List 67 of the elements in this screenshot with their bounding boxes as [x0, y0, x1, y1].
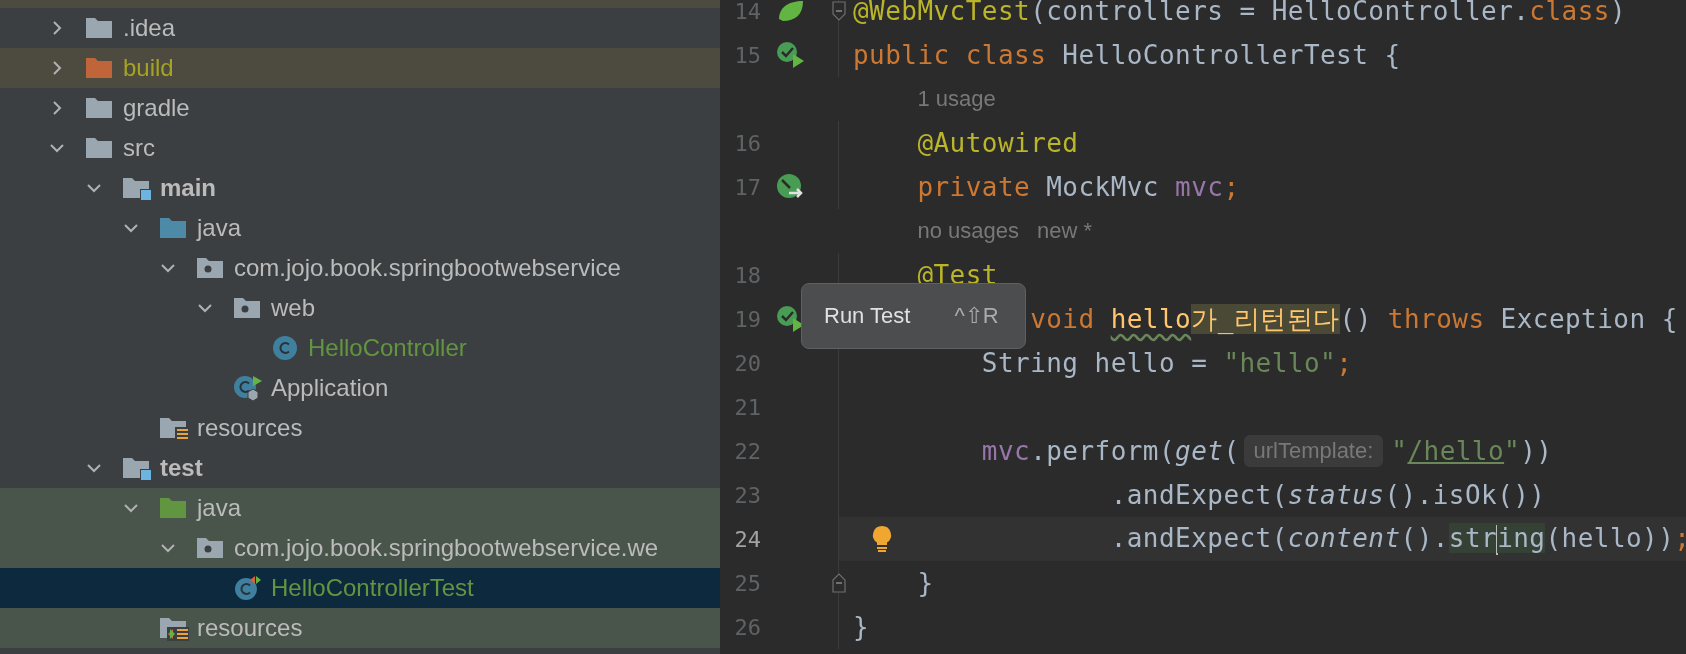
- package-folder-icon: [196, 535, 226, 561]
- folder-icon: [159, 215, 189, 241]
- test-class-icon: [233, 575, 263, 601]
- folder-icon: [159, 495, 189, 521]
- line-number: 16: [733, 130, 761, 156]
- line-number: 23: [733, 482, 761, 508]
- tree-item[interactable]: Application: [0, 368, 720, 408]
- line-number: 15: [733, 42, 761, 68]
- tree-item[interactable]: HelloController: [0, 328, 720, 368]
- folder-icon: [85, 15, 115, 41]
- fold-start-icon[interactable]: [832, 1, 846, 21]
- line-number: 14: [733, 0, 761, 24]
- tree-item[interactable]: test: [0, 448, 720, 488]
- code-text: }: [916, 568, 934, 598]
- tree-item[interactable]: resources: [0, 408, 720, 448]
- tree-item[interactable]: main: [0, 168, 720, 208]
- tree-item[interactable]: java: [0, 208, 720, 248]
- parameter-hint: urlTemplate:: [1243, 435, 1384, 467]
- package-folder-icon: [233, 295, 263, 321]
- leaf-icon[interactable]: [777, 0, 805, 23]
- code-text: .andExpect(status().isOk()): [1109, 480, 1546, 510]
- line-number: 20: [733, 350, 761, 376]
- fold-end-icon[interactable]: [832, 573, 846, 593]
- line-number: 26: [733, 614, 761, 640]
- shortcut-label: ^⇧R: [954, 303, 999, 329]
- test-resources-folder-icon: [159, 615, 189, 641]
- usage-hint[interactable]: new *: [1036, 218, 1092, 244]
- run-test-icon[interactable]: [776, 41, 806, 69]
- line-number: 22: [733, 438, 761, 464]
- tree-item[interactable]: java: [0, 488, 720, 528]
- tree-item[interactable]: build: [0, 48, 720, 88]
- lightbulb-icon[interactable]: [871, 525, 893, 553]
- tree-item[interactable]: HelloControllerTest: [0, 568, 720, 608]
- module-folder-icon: [122, 455, 152, 481]
- tree-item[interactable]: com.jojo.book.springbootwebservice.we: [0, 528, 720, 568]
- line-number: 25: [733, 570, 761, 596]
- code-text: public class HelloControllerTest {: [853, 40, 1401, 70]
- folder-icon: [85, 55, 115, 81]
- usage-hint[interactable]: no usages: [917, 218, 1019, 244]
- tree-item[interactable]: com.jojo.book.springbootwebservice: [0, 248, 720, 288]
- tree-item[interactable]: gradle: [0, 88, 720, 128]
- code-text: @Autowired: [916, 128, 1079, 158]
- line-number: 21: [733, 394, 761, 420]
- code-text: mvc.perform(get(: [980, 436, 1240, 466]
- package-folder-icon: [196, 255, 226, 281]
- code-text: .andExpect(content().string(hello));: [1109, 523, 1686, 555]
- tree-item[interactable]: .idea: [0, 8, 720, 48]
- usage-hint[interactable]: 1 usage: [917, 86, 996, 112]
- line-number: 17: [733, 174, 761, 200]
- tree-item[interactable]: web: [0, 288, 720, 328]
- code-text: "/hello")): [1391, 436, 1553, 466]
- code-text: private MockMvc mvc;: [916, 172, 1240, 202]
- class-icon: [270, 335, 300, 361]
- line-number: 24: [733, 526, 761, 552]
- folder-icon: [85, 135, 115, 161]
- module-folder-icon: [122, 175, 152, 201]
- tree-item[interactable]: resources: [0, 608, 720, 648]
- tree-item[interactable]: src: [0, 128, 720, 168]
- line-number: 18: [733, 262, 761, 288]
- code-text: @WebMvcTest(controllers = HelloController.class): [853, 0, 1626, 26]
- code-text: }: [853, 612, 870, 642]
- resources-folder-icon: [159, 415, 189, 441]
- folder-icon: [85, 95, 115, 121]
- code-text: String hello = "hello";: [980, 348, 1353, 378]
- application-class-icon: [233, 375, 263, 401]
- tooltip-label: Run Test: [824, 303, 911, 329]
- line-number: 19: [733, 306, 761, 332]
